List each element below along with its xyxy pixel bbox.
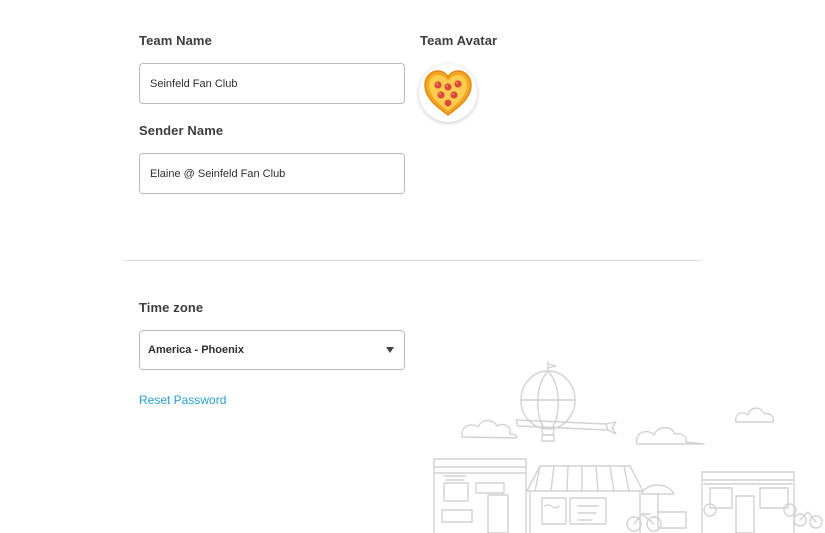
- sender-name-label: Sender Name: [139, 123, 224, 138]
- team-name-label: Team Name: [139, 33, 212, 48]
- city-illustration: [433, 361, 823, 533]
- team-avatar-label: Team Avatar: [420, 33, 498, 48]
- time-zone-value: America - Phoenix: [148, 344, 244, 356]
- caret-down-icon: [386, 347, 394, 353]
- reset-password-link[interactable]: Reset Password: [139, 393, 226, 407]
- sender-name-input[interactable]: [139, 153, 405, 194]
- team-avatar[interactable]: [419, 64, 477, 122]
- pizza-heart-icon: [424, 70, 472, 116]
- time-zone-select[interactable]: America - Phoenix: [139, 330, 405, 370]
- time-zone-label: Time zone: [139, 300, 204, 315]
- section-divider: [124, 260, 701, 261]
- team-name-input[interactable]: [139, 63, 405, 104]
